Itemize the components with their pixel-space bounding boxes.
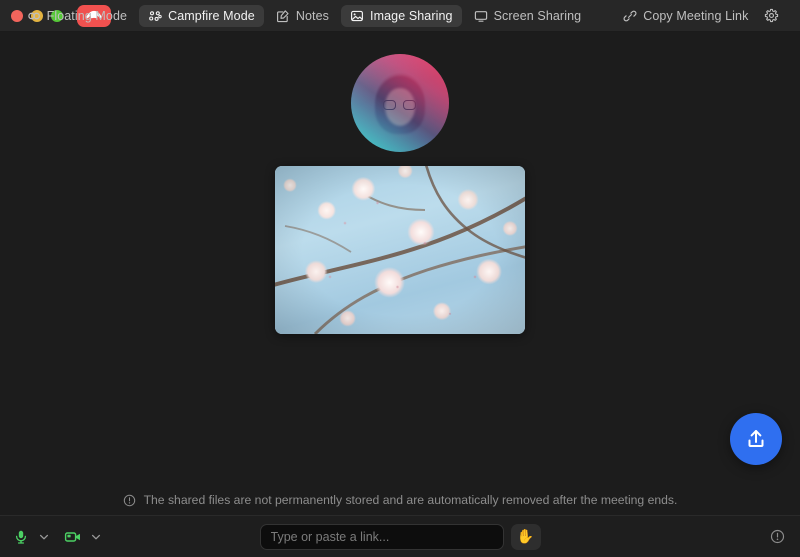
camera-options-button[interactable]	[88, 526, 104, 548]
campfire-people-icon	[148, 9, 162, 23]
link-icon	[623, 9, 637, 23]
shared-image-vignette	[275, 166, 525, 334]
bottom-toolbar: ✋	[0, 515, 800, 557]
info-circle-icon	[770, 529, 784, 544]
avatar-gradient-tint-2	[351, 54, 449, 152]
link-input-group: ✋	[0, 523, 800, 550]
storage-notice: The shared files are not permanently sto…	[0, 485, 800, 515]
toolbar-item-label: Floating Mode	[46, 8, 128, 23]
toolbar-item-label: Notes	[295, 8, 329, 23]
toolbar-item-image-sharing[interactable]: Image Sharing	[341, 4, 462, 27]
microphone-toggle-button[interactable]	[10, 526, 32, 548]
meeting-app-window: Floating Mode Campfire Mode Notes Image …	[0, 0, 800, 557]
toolbar-item-label: Campfire Mode	[168, 8, 255, 23]
toolbar-center-group: Floating Mode Campfire Mode Notes Image …	[0, 4, 800, 27]
toolbar-separator	[593, 15, 611, 16]
participant-avatar[interactable]	[351, 54, 449, 152]
chevron-down-icon	[91, 534, 101, 539]
upload-image-button[interactable]	[730, 413, 782, 465]
copy-meeting-link-button[interactable]: Copy Meeting Link	[614, 5, 757, 27]
toolbar-item-campfire-mode[interactable]: Campfire Mode	[139, 4, 264, 27]
two-circles-icon	[27, 9, 41, 23]
toolbar-item-notes[interactable]: Notes	[267, 5, 338, 27]
copy-meeting-link-label: Copy Meeting Link	[643, 8, 749, 23]
device-controls-group	[0, 526, 104, 548]
upload-icon	[748, 430, 764, 447]
microphone-icon	[15, 530, 27, 544]
camera-toggle-button[interactable]	[62, 526, 84, 548]
toolbar-item-floating-mode[interactable]: Floating Mode	[18, 5, 137, 27]
image-icon	[350, 9, 364, 23]
toolbar-item-screen-sharing[interactable]: Screen Sharing	[465, 5, 591, 27]
settings-button[interactable]	[760, 5, 782, 27]
toolbar-item-label: Image Sharing	[370, 8, 453, 23]
chevron-down-icon	[39, 534, 49, 539]
raise-hand-button[interactable]: ✋	[510, 523, 541, 550]
link-input[interactable]	[259, 523, 504, 550]
info-circle-icon	[123, 494, 135, 506]
meeting-stage	[0, 32, 800, 485]
titlebar: Floating Mode Campfire Mode Notes Image …	[0, 0, 800, 32]
toolbar-item-label: Screen Sharing	[493, 8, 582, 23]
gear-icon	[764, 8, 779, 23]
storage-notice-text: The shared files are not permanently sto…	[143, 493, 678, 507]
video-camera-icon	[64, 531, 80, 542]
note-pencil-icon	[276, 9, 290, 23]
monitor-icon	[474, 9, 488, 23]
raised-hand-icon: ✋	[516, 528, 535, 544]
microphone-options-button[interactable]	[36, 526, 52, 548]
shared-image-cherry-blossoms[interactable]	[275, 166, 525, 334]
info-button[interactable]	[766, 526, 788, 548]
